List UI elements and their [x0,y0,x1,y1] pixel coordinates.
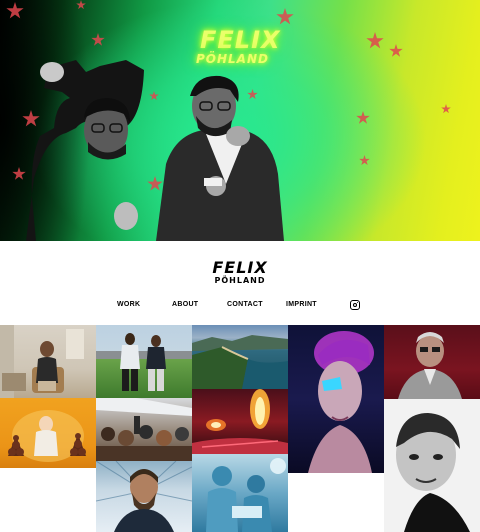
neon-logo-line2: PÖHLAND [196,52,269,66]
hero-banner: FELIX PÖHLAND [0,0,480,241]
nav-item-contact[interactable]: CONTACT [227,301,263,308]
gallery-tile-older-man[interactable] [384,325,480,399]
gallery-tile-bearded-man[interactable] [96,461,192,532]
star-decoration [441,104,451,114]
gallery-tile-crowd-event[interactable] [96,398,192,461]
gallery-tile-glitter-woman[interactable] [288,325,384,473]
hero-person-left [26,58,156,241]
hero-person-right [156,74,286,241]
star-decoration [76,0,86,10]
star-decoration [389,44,403,57]
star-decoration [276,8,294,25]
site-logo-line2[interactable]: PÖHLAND [210,276,270,285]
gallery-tile-woman-chair[interactable] [0,325,96,398]
site-logo-line1[interactable]: FELIX [210,258,270,277]
star-decoration [6,2,24,19]
star-decoration [366,32,384,49]
star-decoration [91,33,105,46]
nav-item-imprint[interactable]: IMPRINT [286,301,317,308]
gallery-tile-child-pastries[interactable] [0,398,96,468]
gallery-tile-surgeons[interactable] [192,454,288,532]
instagram-icon[interactable] [350,300,360,310]
nav-item-about[interactable]: ABOUT [172,301,198,308]
star-decoration [356,111,370,124]
neon-logo-line1: FELIX [200,26,281,54]
gallery-tile-aerial-coast[interactable] [192,325,288,389]
gallery-tile-fire-show[interactable] [192,389,288,454]
gallery-tile-bald-man[interactable] [384,399,480,532]
nav-item-work[interactable]: WORK [117,301,140,308]
star-decoration [359,155,370,166]
star-decoration [12,167,26,180]
gallery-tile-two-men-field[interactable] [96,325,192,398]
